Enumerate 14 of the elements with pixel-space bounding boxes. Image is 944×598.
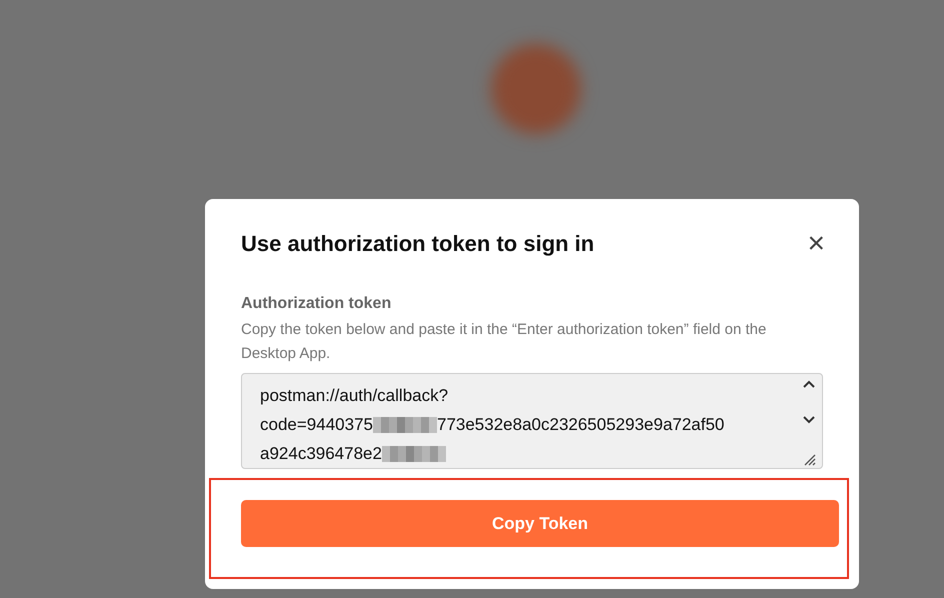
- token-field[interactable]: postman://auth/callback? code=9440375 773e532e8a0c2326505293e9a72af50 a924c396478e2: [241, 373, 823, 469]
- token-text: 773e532e8a0c2326505293e9a72af50: [436, 414, 724, 436]
- token-text: a924c396478e2: [260, 443, 382, 465]
- token-text: code=9440375: [260, 414, 373, 436]
- token-text: postman://auth/callback?: [260, 385, 448, 407]
- dialog-title: Use authorization token to sign in: [241, 231, 594, 257]
- scroll-up-icon[interactable]: [803, 380, 815, 388]
- resize-handle-icon[interactable]: [802, 452, 816, 466]
- redaction-mosaic: [382, 446, 446, 462]
- scroll-down-icon[interactable]: [803, 416, 815, 424]
- redaction-mosaic: [372, 416, 437, 432]
- close-button[interactable]: ×: [807, 229, 825, 259]
- help-text: Copy the token below and paste it in the “Enter authorization token” field on the Desktop App.: [241, 320, 768, 364]
- field-label: Authorization token: [241, 295, 392, 313]
